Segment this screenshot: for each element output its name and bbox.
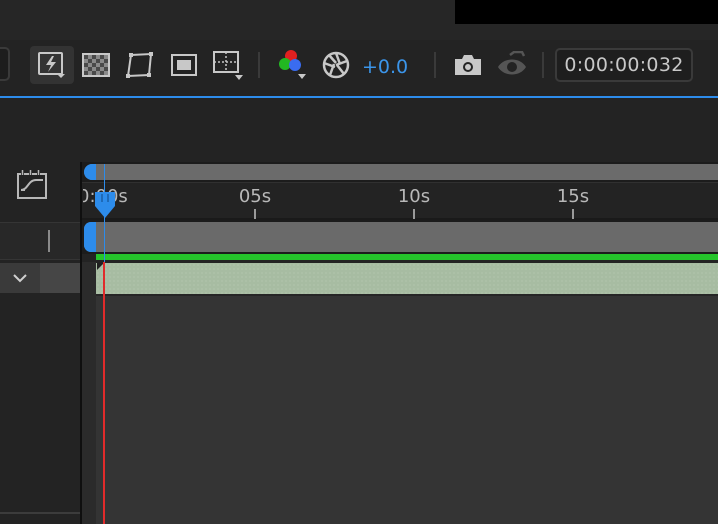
ruler-tick bbox=[254, 209, 256, 219]
mask-path-icon bbox=[126, 52, 153, 78]
magnification-field[interactable] bbox=[0, 47, 10, 81]
lightning-icon bbox=[38, 52, 65, 78]
work-area-start-handle[interactable] bbox=[84, 222, 96, 252]
grid-guides-button[interactable] bbox=[206, 46, 250, 84]
ruler-label: 10s bbox=[397, 186, 431, 207]
layer-panel-header bbox=[0, 222, 80, 260]
grid-guides-icon bbox=[213, 51, 243, 80]
camera-icon bbox=[455, 55, 481, 75]
eye-snapshot-icon bbox=[498, 51, 526, 75]
checkerboard-icon bbox=[82, 53, 110, 77]
fast-previews-button[interactable] bbox=[30, 46, 74, 84]
timeline-track-area[interactable] bbox=[82, 296, 718, 524]
graph-editor-button[interactable] bbox=[16, 170, 48, 200]
layer-bar-edge bbox=[96, 294, 718, 296]
ruler-tick bbox=[413, 209, 415, 219]
layer-expand-toggle[interactable] bbox=[0, 263, 40, 293]
layer-bar-texture bbox=[96, 263, 718, 294]
region-icon bbox=[171, 54, 197, 76]
channels-button[interactable] bbox=[270, 46, 314, 84]
rgb-channels-icon bbox=[279, 50, 306, 79]
layer-row-label[interactable] bbox=[40, 263, 80, 293]
chevron-down-icon bbox=[13, 274, 27, 283]
region-of-interest-button[interactable] bbox=[162, 46, 206, 84]
time-navigator[interactable] bbox=[84, 164, 718, 180]
playhead-line[interactable] bbox=[103, 262, 105, 524]
reset-exposure-button[interactable] bbox=[314, 46, 358, 84]
toolbar-separator bbox=[542, 52, 544, 78]
playhead-handle-icon[interactable] bbox=[93, 190, 117, 220]
toolbar-separator bbox=[434, 52, 436, 78]
graph-editor-icon bbox=[17, 170, 47, 199]
ruler-label: 15s bbox=[556, 186, 590, 207]
viewer-edge bbox=[455, 0, 718, 24]
work-area-bar[interactable] bbox=[84, 222, 718, 252]
ruler-label: 05s bbox=[238, 186, 272, 207]
layer-label-color-bar bbox=[96, 254, 718, 260]
track-left-margin bbox=[82, 262, 96, 524]
current-time-display[interactable]: 0:00:00:032 bbox=[555, 48, 693, 82]
toolbar-separator bbox=[258, 52, 260, 78]
ruler-tick bbox=[572, 209, 574, 219]
transparency-grid-button[interactable] bbox=[74, 46, 118, 84]
time-navigator-start-handle[interactable] bbox=[84, 164, 96, 180]
exposure-value[interactable]: +0.0 bbox=[362, 56, 408, 78]
show-snapshot-button[interactable] bbox=[490, 46, 534, 84]
mask-visibility-button[interactable] bbox=[118, 46, 162, 84]
take-snapshot-button[interactable] bbox=[446, 46, 490, 84]
aperture-icon bbox=[322, 51, 350, 79]
timeline-header-area bbox=[0, 98, 718, 162]
column-divider[interactable] bbox=[48, 230, 50, 252]
